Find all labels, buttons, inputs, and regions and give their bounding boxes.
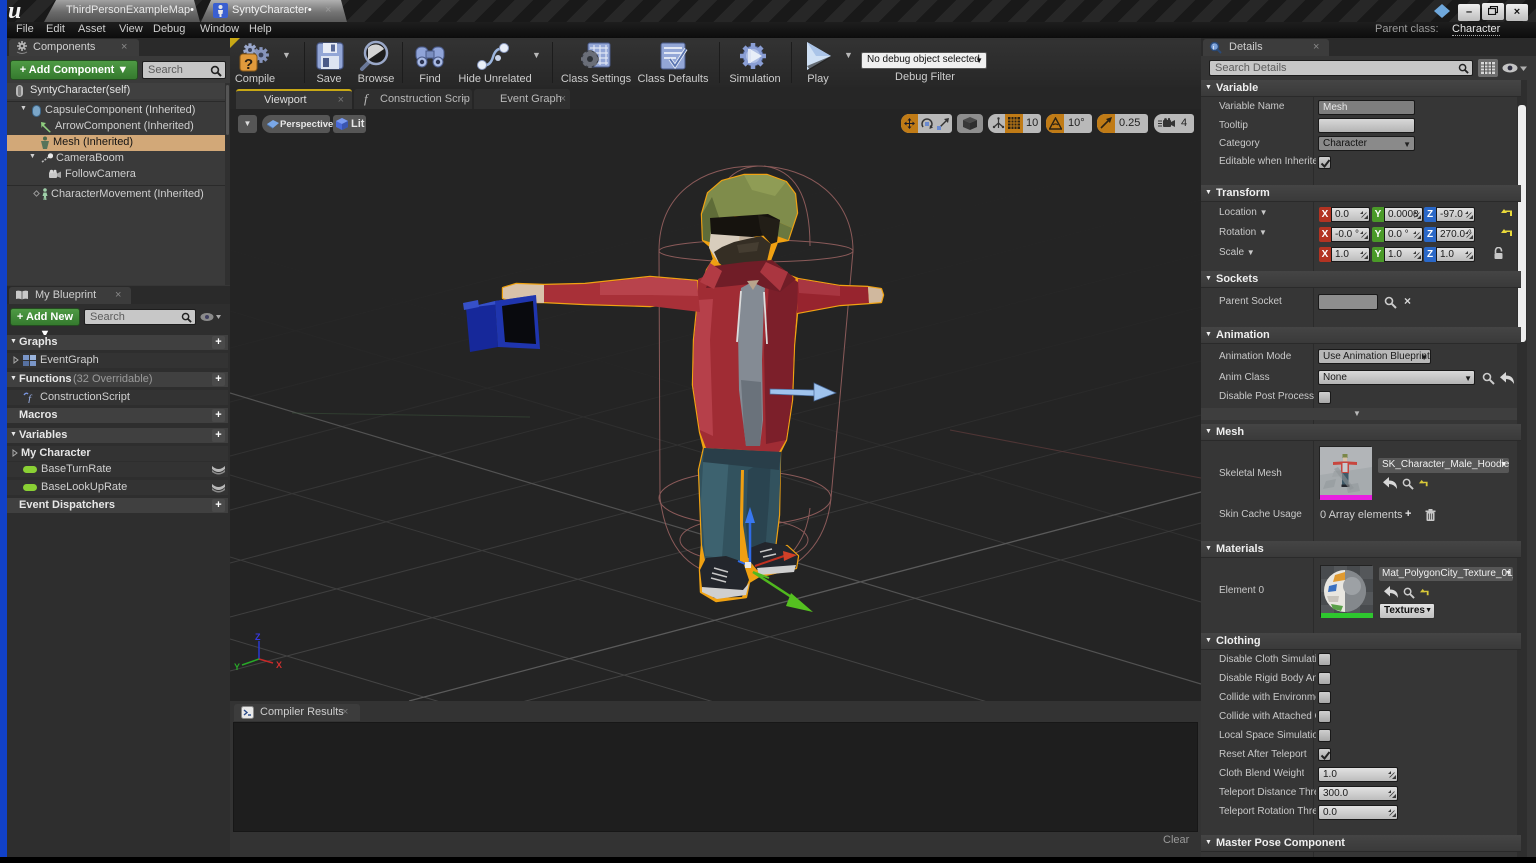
svg-text:Y: Y — [234, 662, 240, 672]
svg-text:f: f — [28, 393, 33, 403]
svg-text:X: X — [276, 660, 282, 670]
svg-text:i: i — [1213, 44, 1215, 52]
svg-text:?: ? — [244, 56, 253, 73]
svg-text:Z: Z — [255, 632, 261, 642]
